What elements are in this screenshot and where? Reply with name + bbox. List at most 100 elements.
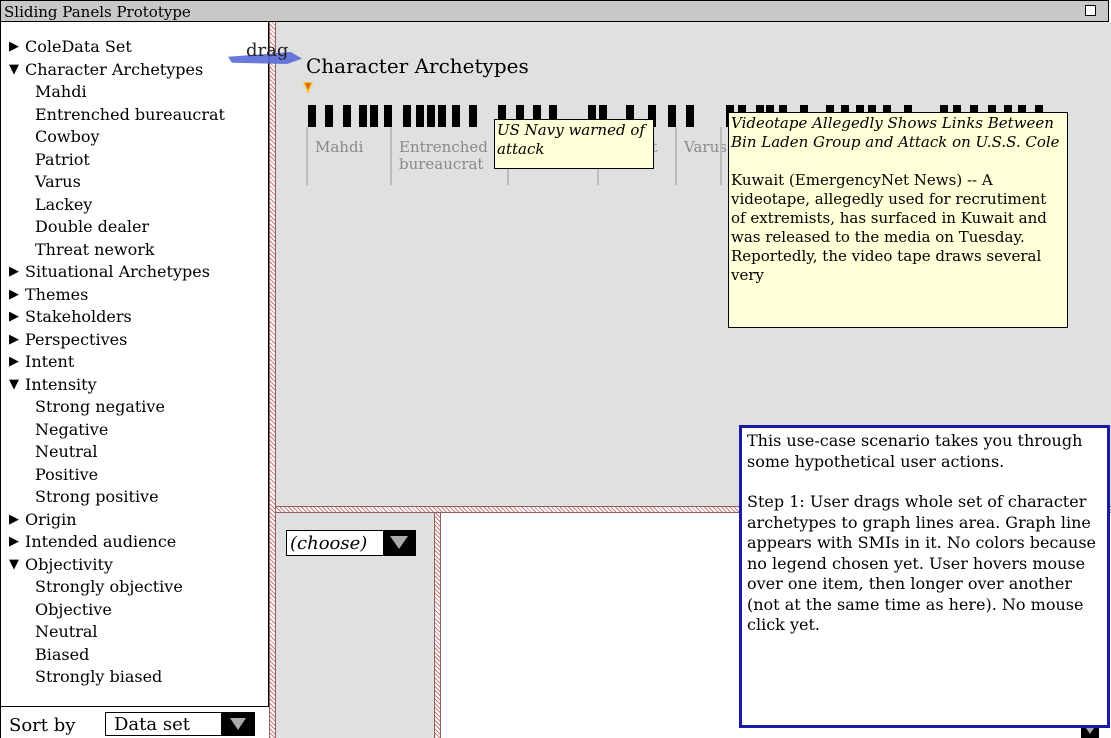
tooltip-body: Kuwait (EmergencyNet News) -- A videotap…: [731, 171, 1047, 284]
smi-bar[interactable]: [469, 105, 477, 127]
expanded-arrow-icon[interactable]: ▼: [9, 554, 25, 577]
smi-bar[interactable]: [668, 105, 676, 127]
smi-bar[interactable]: [416, 105, 424, 127]
tree-item[interactable]: Strong negative: [1, 396, 225, 419]
chevron-down-icon[interactable]: [383, 531, 415, 555]
tree-item[interactable]: Double dealer: [1, 216, 225, 239]
tree-label: Strong positive: [35, 487, 159, 506]
tree-group[interactable]: ▶ Themes: [1, 284, 225, 307]
marker-icon[interactable]: [303, 82, 313, 94]
note-step: Step 1: User drags whole set of characte…: [747, 492, 1096, 634]
scenario-note: This use-case scenario takes you through…: [739, 425, 1110, 728]
collapsed-arrow-icon[interactable]: ▶: [9, 329, 25, 352]
tree-label: Objectivity: [25, 554, 113, 574]
smi-bar[interactable]: [438, 105, 446, 127]
expanded-arrow-icon[interactable]: ▼: [9, 374, 25, 397]
sort-select[interactable]: Data set: [105, 712, 255, 736]
expanded-arrow-icon[interactable]: ▼: [9, 59, 25, 82]
tree-item[interactable]: Objective: [1, 599, 225, 622]
legend-select[interactable]: (choose): [286, 530, 416, 556]
collapsed-arrow-icon[interactable]: ▶: [9, 284, 25, 307]
tree-group[interactable]: ▼ Intensity: [1, 374, 225, 397]
tree-item[interactable]: Mahdi: [1, 81, 225, 104]
maximize-button[interactable]: [1085, 5, 1096, 16]
tree-label: Intended audience: [25, 532, 177, 551]
tree-label: Cowboy: [35, 127, 100, 146]
tree-item[interactable]: Biased: [1, 644, 225, 667]
tooltip-small: US Navy warned of attack: [494, 119, 654, 169]
category-label: Entrenched bureaucrat: [390, 127, 507, 185]
smi-bar[interactable]: [403, 105, 411, 127]
tree-label: Positive: [35, 464, 99, 484]
smi-bar[interactable]: [308, 105, 316, 127]
tree-item[interactable]: Lackey: [1, 194, 225, 217]
smi-bar[interactable]: [343, 105, 351, 127]
smi-bar[interactable]: [686, 105, 694, 127]
smi-bar[interactable]: [325, 105, 333, 127]
smi-bar[interactable]: [359, 105, 367, 127]
legend-select-value: (choose): [290, 533, 368, 554]
smi-bar[interactable]: [370, 105, 378, 127]
collapsed-arrow-icon[interactable]: ▶: [9, 36, 25, 59]
tree-label: Neutral: [35, 622, 98, 641]
tree-item[interactable]: Neutral: [1, 441, 225, 464]
vertical-splitter[interactable]: [269, 22, 276, 738]
tree-group[interactable]: ▶ Intended audience: [1, 531, 225, 554]
tree-group[interactable]: ▶ Perspectives: [1, 329, 225, 352]
tree-item[interactable]: Cowboy: [1, 126, 225, 149]
collapsed-arrow-icon[interactable]: ▶: [9, 351, 25, 374]
category-label: Varus: [675, 127, 727, 185]
tree-item[interactable]: Patriot: [1, 149, 225, 172]
tree-item[interactable]: Strongly objective: [1, 576, 225, 599]
tree-group[interactable]: ▶ Stakeholders: [1, 306, 225, 329]
tree-label: Patriot: [35, 149, 90, 169]
graph-heading: Character Archetypes: [306, 54, 529, 78]
collapsed-arrow-icon[interactable]: ▶: [9, 531, 25, 554]
tree-label: Objective: [35, 599, 112, 619]
smi-bar[interactable]: [384, 105, 392, 127]
bottom-splitter[interactable]: [434, 513, 441, 738]
tree-label: Threat nework: [35, 239, 155, 259]
tree-group[interactable]: ▼ Objectivity: [1, 554, 225, 577]
tree-item[interactable]: Threat nework: [1, 239, 225, 262]
tree-label: Strongly objective: [35, 577, 183, 596]
title-bar: Sliding Panels Prototype: [0, 0, 1109, 22]
tree-group[interactable]: ▼ Character Archetypes: [1, 59, 225, 82]
tree-label: Double dealer: [35, 217, 150, 236]
tree-label: Lackey: [35, 194, 93, 214]
tree-label: Neutral: [35, 442, 98, 461]
tree-item[interactable]: Neutral: [1, 621, 225, 644]
tree-group[interactable]: ▶ ColeData Set: [1, 36, 225, 59]
tree-label: Stakeholders: [25, 307, 132, 326]
legend-panel: (choose): [276, 513, 434, 738]
category-tree: ▶ ColeData Set ▼ Character Archetypes Mahdi E…: [1, 36, 225, 689]
tree-group[interactable]: ▶ Intent: [1, 351, 225, 374]
tree-item[interactable]: Entrenched bureaucrat: [1, 104, 225, 127]
smi-bar[interactable]: [452, 105, 460, 127]
tree-group[interactable]: ▶ Situational Archetypes: [1, 261, 225, 284]
sort-select-value: Data set: [114, 714, 190, 735]
collapsed-arrow-icon[interactable]: ▶: [9, 261, 25, 284]
window-title: Sliding Panels Prototype: [4, 3, 191, 21]
chevron-down-icon[interactable]: [221, 713, 254, 735]
tree-item[interactable]: Strong positive: [1, 486, 225, 509]
tree-label: Varus: [35, 172, 81, 191]
sort-label: Sort by: [9, 715, 76, 736]
collapsed-arrow-icon[interactable]: ▶: [9, 509, 25, 532]
tree-item[interactable]: Negative: [1, 419, 225, 442]
tree-item[interactable]: Varus: [1, 171, 225, 194]
smi-bar[interactable]: [427, 105, 435, 127]
tree-label: Situational Archetypes: [25, 262, 210, 281]
tree-label: Perspectives: [25, 329, 128, 349]
tree-group[interactable]: ▶ Origin: [1, 509, 225, 532]
tree-label: ColeData Set: [25, 37, 132, 56]
tree-label: Character Archetypes: [25, 59, 204, 79]
category-label: Mahdi: [306, 127, 390, 185]
tree-label: Strong negative: [35, 397, 165, 416]
tree-label: Negative: [35, 419, 109, 439]
tree-item[interactable]: Positive: [1, 464, 225, 487]
collapsed-arrow-icon[interactable]: ▶: [9, 306, 25, 329]
tree-item[interactable]: Strongly biased: [1, 666, 225, 689]
tree-label: Intensity: [25, 374, 97, 394]
drag-indicator: drag: [228, 40, 308, 68]
